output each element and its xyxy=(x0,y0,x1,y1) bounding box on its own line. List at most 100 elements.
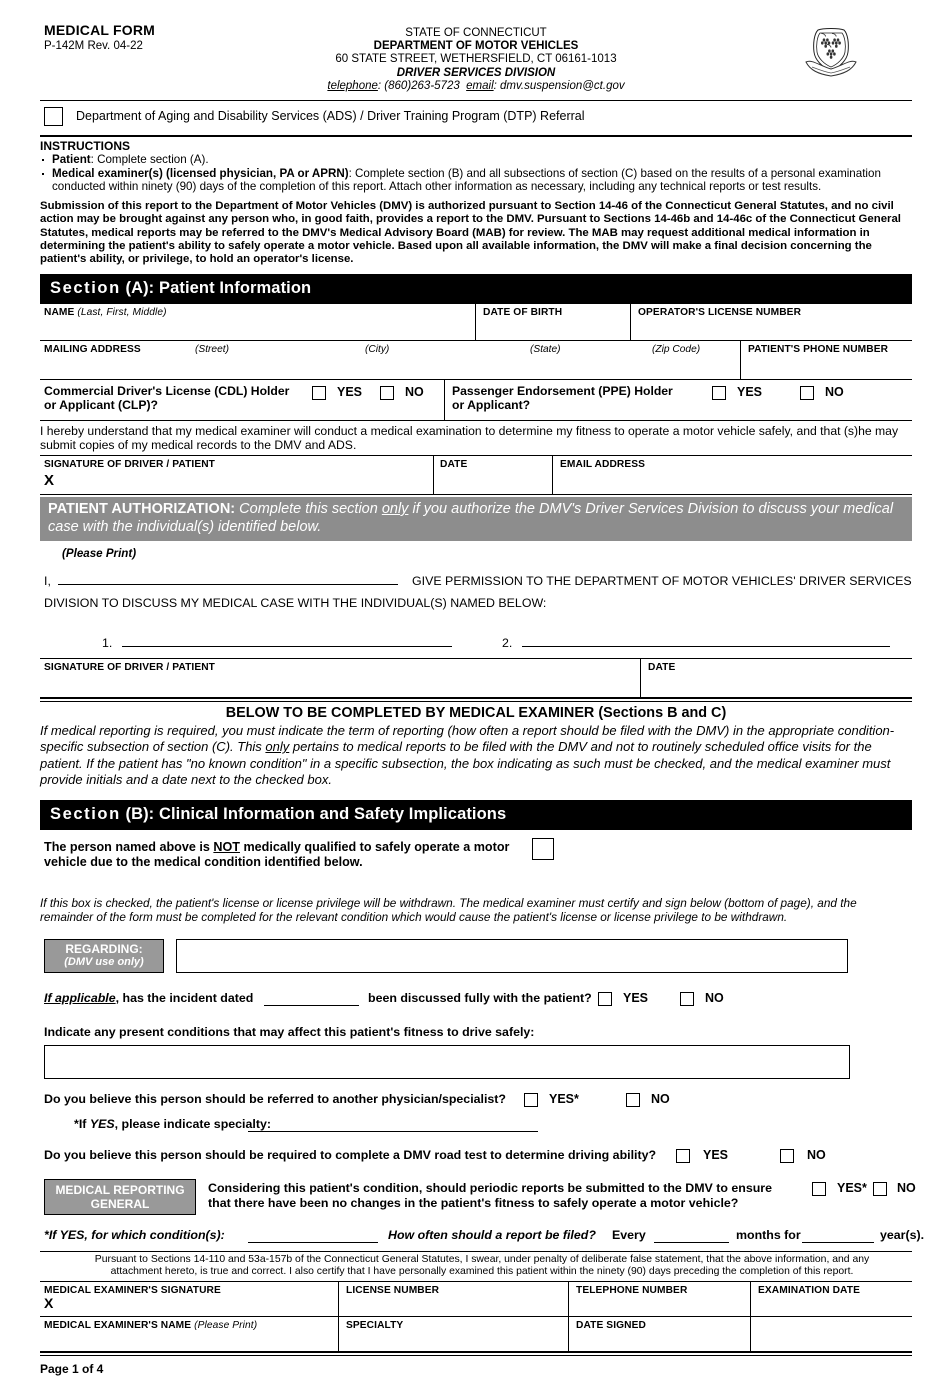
ads-dtp-referral-label: Department of Aging and Disability Servi… xyxy=(76,109,585,123)
division-name: DRIVER SERVICES DIVISION xyxy=(396,66,556,79)
section-b-banner-prefix: Section xyxy=(50,804,121,823)
examiner-signature-input[interactable] xyxy=(56,1297,332,1314)
dob-input[interactable] xyxy=(483,320,623,338)
individual-1-input[interactable] xyxy=(122,632,452,647)
cdl-yes-label: YES xyxy=(337,384,363,399)
driver-date-input[interactable] xyxy=(440,472,545,492)
examiner-telephone-input[interactable] xyxy=(576,1297,744,1314)
roadtest-no-checkbox[interactable] xyxy=(780,1148,794,1163)
incident-question-tail: been discussed fully with the patient? xyxy=(368,990,592,1005)
header-divider xyxy=(40,100,912,101)
specialty-input[interactable] xyxy=(248,1117,538,1132)
patient-authorization-title: PATIENT AUTHORIZATION: xyxy=(48,501,236,517)
medical-reporting-yes-label: YES* xyxy=(837,1180,867,1195)
ppe-yes-label: YES xyxy=(737,384,763,399)
instruction-patient-text: : Complete section (A). xyxy=(90,153,209,166)
authorization-signature-row: SIGNATURE OF DRIVER / PATIENT DATE xyxy=(40,658,912,697)
name-field-hint: (Last, First, Middle) xyxy=(77,306,167,318)
examiner-telephone-label: TELEPHONE NUMBER xyxy=(576,1284,688,1296)
examiner-table-row-1: MEDICAL EXAMINER'S SIGNATURE X LICENSE N… xyxy=(40,1282,912,1317)
name-input[interactable] xyxy=(44,320,469,338)
individual-1-number: 1. xyxy=(102,636,113,650)
mailing-address-input[interactable] xyxy=(44,357,734,377)
instruction-examiner-label: Medical examiner(s) (licensed physician,… xyxy=(52,166,349,180)
authorization-date-input[interactable] xyxy=(648,675,900,695)
section-a-banner-title: (A): Patient Information xyxy=(120,278,312,297)
referral-yes-checkbox[interactable] xyxy=(524,1092,538,1107)
not-emphasis: NOT xyxy=(213,839,240,854)
patient-consent-text: I hereby understand that my medical exam… xyxy=(40,423,899,453)
examiner-table: MEDICAL EXAMINER'S SIGNATURE X LICENSE N… xyxy=(40,1280,912,1352)
referral-no-checkbox[interactable] xyxy=(626,1092,640,1107)
incident-no-checkbox[interactable] xyxy=(680,991,694,1006)
ppe-yes-checkbox[interactable] xyxy=(712,385,726,400)
cdl-question-label: Commercial Driver's License (CDL) Holder… xyxy=(44,383,290,413)
incident-date-input[interactable] xyxy=(264,991,359,1006)
referral-yes-label: YES* xyxy=(549,1091,579,1106)
medical-reporting-tag-line2: GENERAL xyxy=(90,1196,150,1211)
roadtest-no-label: NO xyxy=(807,1147,826,1162)
incident-yes-checkbox[interactable] xyxy=(598,991,612,1006)
examiner-intro-paragraph: If medical reporting is required, you mu… xyxy=(40,723,895,788)
instructions-title: INSTRUCTIONS xyxy=(40,139,130,153)
examination-date-label: EXAMINATION DATE xyxy=(758,1284,860,1296)
phone-input[interactable] xyxy=(748,357,903,377)
present-conditions-input[interactable] xyxy=(44,1044,850,1079)
footer-top-rule xyxy=(40,1350,912,1353)
present-conditions-prompt: Indicate any present conditions that may… xyxy=(44,1024,535,1039)
examiner-intro-block: BELOW TO BE COMPLETED BY MEDICAL EXAMINE… xyxy=(40,702,912,789)
authorization-date-label: DATE xyxy=(648,662,676,673)
section-a-banner: Section (A): Patient Information xyxy=(40,273,912,304)
examiner-specialty-label: SPECIALTY xyxy=(346,1319,404,1331)
examiner-license-input[interactable] xyxy=(346,1297,561,1314)
section-a-banner-prefix: Section xyxy=(50,278,121,297)
cdl-yes-checkbox[interactable] xyxy=(312,385,326,400)
regarding-tag-line2: (DMV use only) xyxy=(64,955,144,968)
driver-email-input[interactable] xyxy=(560,472,900,492)
name-field-label: NAME (Last, First, Middle) xyxy=(44,306,167,318)
authorization-signature-input[interactable] xyxy=(44,675,634,695)
division-discuss-text: DIVISION TO DISCUSS MY MEDICAL CASE WITH… xyxy=(44,596,547,610)
ppe-no-checkbox[interactable] xyxy=(800,385,814,400)
referral-question: Do you believe this person should be ref… xyxy=(44,1091,507,1106)
column-divider xyxy=(444,379,445,420)
column-divider xyxy=(552,456,553,494)
roadtest-question: Do you believe this person should be req… xyxy=(44,1147,657,1162)
individual-2-input[interactable] xyxy=(522,632,890,647)
phone-field-label: PATIENT'S PHONE NUMBER xyxy=(748,343,889,355)
date-signed-input[interactable] xyxy=(576,1332,744,1349)
connecticut-state-seal-icon xyxy=(800,22,862,82)
ads-dtp-referral-checkbox[interactable] xyxy=(44,107,63,126)
referral-no-label: NO xyxy=(651,1091,670,1106)
name-dob-license-row: NAME (Last, First, Middle) DATE OF BIRTH… xyxy=(40,303,912,341)
medical-reporting-yes-checkbox[interactable] xyxy=(812,1181,826,1196)
if-applicable-emphasis: If applicable xyxy=(44,990,116,1005)
authorization-only-emphasis: only xyxy=(381,501,409,517)
column-divider xyxy=(640,659,641,697)
email-value: : dmv.suspension@ct.gov xyxy=(493,79,625,92)
examiner-license-label: LICENSE NUMBER xyxy=(346,1284,440,1296)
agency-block: STATE OF CONNECTICUT DEPARTMENT OF MOTOR… xyxy=(40,27,912,93)
examiner-specialty-input[interactable] xyxy=(346,1332,561,1349)
medical-reporting-no-checkbox[interactable] xyxy=(873,1181,887,1196)
incident-no-label: NO xyxy=(705,990,724,1005)
please-print-note: (Please Print) xyxy=(62,547,137,560)
examiner-name-input[interactable] xyxy=(44,1332,332,1349)
authorizing-person-name-input[interactable] xyxy=(58,570,398,585)
roadtest-yes-checkbox[interactable] xyxy=(676,1148,690,1163)
license-number-input[interactable] xyxy=(638,320,903,338)
cdl-ppe-row: Commercial Driver's License (CDL) Holder… xyxy=(40,379,912,421)
cdl-no-checkbox[interactable] xyxy=(380,385,394,400)
individual-2-number: 2. xyxy=(502,636,513,650)
date-signed-label: DATE SIGNED xyxy=(576,1319,646,1331)
driver-email-label: EMAIL ADDRESS xyxy=(560,459,646,470)
not-qualified-checkbox[interactable] xyxy=(532,837,554,860)
telephone-label: telephone xyxy=(327,79,378,92)
driver-date-label: DATE xyxy=(440,459,468,470)
authorization-bottom-rule xyxy=(40,697,912,699)
patient-authorization-banner: PATIENT AUTHORIZATION: Complete this sec… xyxy=(40,497,912,541)
driver-signature-input[interactable] xyxy=(56,472,428,492)
bullet-dot-icon xyxy=(42,172,44,175)
ppe-no-label: NO xyxy=(825,384,844,399)
regarding-input[interactable] xyxy=(176,938,848,973)
